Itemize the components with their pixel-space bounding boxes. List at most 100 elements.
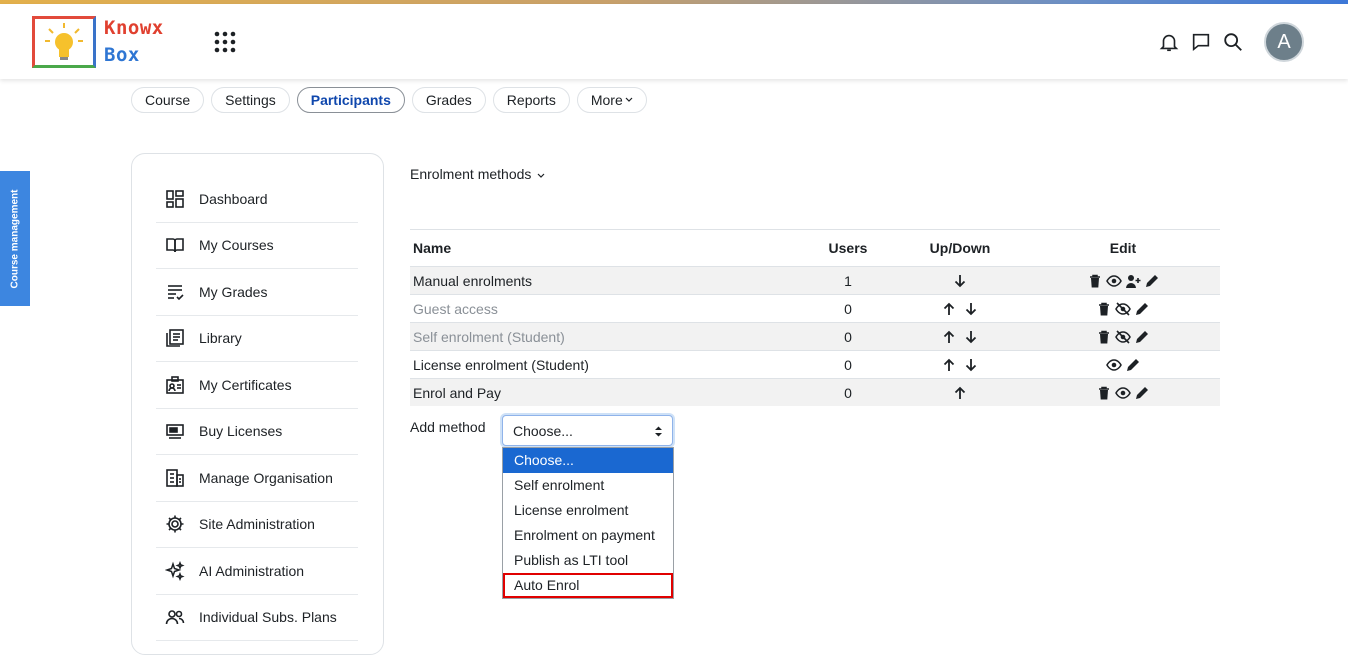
table-row: Self enrolment (Student) 0 <box>410 323 1220 351</box>
trash-icon[interactable] <box>1096 385 1112 401</box>
tab-reports[interactable]: Reports <box>492 87 570 113</box>
dropdown-option-choose[interactable]: Choose... <box>503 448 673 473</box>
tab-course[interactable]: Course <box>131 87 205 113</box>
lightbulb-icon <box>45 23 83 60</box>
message-icon[interactable] <box>1190 31 1212 53</box>
tab-more[interactable]: More <box>576 87 647 113</box>
gear-icon <box>166 515 184 533</box>
certificate-icon <box>166 376 184 394</box>
edit-controls <box>1023 267 1223 294</box>
pencil-icon[interactable] <box>1125 357 1141 373</box>
column-header-name: Name <box>413 240 452 256</box>
column-header-edit: Edit <box>1109 240 1137 256</box>
arrow-up-icon[interactable] <box>941 357 957 373</box>
arrow-down-icon[interactable] <box>963 329 979 345</box>
eye-icon[interactable] <box>1105 357 1122 373</box>
eye-slash-icon[interactable] <box>1115 329 1131 345</box>
sidebar-item-my-grades[interactable]: My Grades <box>156 269 358 316</box>
edit-controls <box>1023 351 1223 378</box>
dropdown-option-self-enrolment[interactable]: Self enrolment <box>503 473 673 498</box>
enrolment-methods-title: Enrolment methods <box>410 166 532 182</box>
dropdown-option-license-enrolment[interactable]: License enrolment <box>503 498 673 523</box>
tab-grades[interactable]: Grades <box>411 87 486 113</box>
enrolment-name: Enrol and Pay <box>413 384 501 401</box>
sidebar-item-label: My Certificates <box>199 377 292 393</box>
select-arrows-icon <box>655 426 662 437</box>
trash-icon[interactable] <box>1096 301 1112 317</box>
brand-logo[interactable]: Knowx Box <box>32 14 182 72</box>
app-grid-icon[interactable] <box>214 31 236 53</box>
enrolment-name: Guest access <box>413 300 498 317</box>
logo-frame <box>32 16 96 68</box>
updown-controls <box>910 323 1010 350</box>
enrol-users-icon[interactable] <box>1125 273 1141 289</box>
dropdown-option-publish-lti[interactable]: Publish as LTI tool <box>503 548 673 573</box>
dropdown-option-enrolment-on-payment[interactable]: Enrolment on payment <box>503 523 673 548</box>
eye-slash-icon[interactable] <box>1115 301 1131 317</box>
enrolment-name: Self enrolment (Student) <box>413 328 565 345</box>
arrow-up-icon[interactable] <box>941 329 957 345</box>
sidebar-item-ai-administration[interactable]: AI Administration <box>156 548 358 595</box>
table-row: Guest access 0 <box>410 295 1220 323</box>
enrolment-users: 0 <box>844 384 852 401</box>
sidebar-item-individual-subs-plans[interactable]: Individual Subs. Plans <box>156 594 358 641</box>
sidebar-item-label: Buy Licenses <box>199 423 283 439</box>
trash-icon[interactable] <box>1096 329 1112 345</box>
sidebar-item-dashboard[interactable]: Dashboard <box>156 176 358 223</box>
updown-controls <box>910 379 1010 406</box>
pencil-icon[interactable] <box>1134 329 1150 345</box>
table-row: Manual enrolments 1 <box>410 267 1220 295</box>
enrolment-users: 1 <box>844 272 852 289</box>
grades-list-icon <box>168 285 184 301</box>
enrolment-methods-menu[interactable]: Enrolment methods <box>410 166 545 182</box>
building-icon <box>166 469 184 487</box>
add-method-select[interactable]: Choose... <box>502 415 673 446</box>
table-row: License enrolment (Student) 0 <box>410 351 1220 379</box>
sidebar-item-buy-licenses[interactable]: Buy Licenses <box>156 408 358 455</box>
course-management-drawer-toggle[interactable]: Course management <box>0 171 30 306</box>
arrow-down-icon[interactable] <box>952 273 968 289</box>
sidebar: Dashboard My Courses My Grades Library M… <box>131 153 384 655</box>
sidebar-item-library[interactable]: Library <box>156 315 358 362</box>
search-icon[interactable] <box>1222 31 1244 53</box>
sidebar-item-my-certificates[interactable]: My Certificates <box>156 362 358 409</box>
dropdown-option-auto-enrol[interactable]: Auto Enrol <box>503 573 673 598</box>
sidebar-item-manage-organisation[interactable]: Manage Organisation <box>156 455 358 502</box>
chevron-down-icon <box>625 97 633 102</box>
table-header-row: Name Users Up/Down Edit <box>410 230 1220 267</box>
enrolment-users: 0 <box>844 300 852 317</box>
arrow-down-icon[interactable] <box>963 357 979 373</box>
sidebar-item-site-administration[interactable]: Site Administration <box>156 501 358 548</box>
pencil-icon[interactable] <box>1134 385 1150 401</box>
pencil-icon[interactable] <box>1134 301 1150 317</box>
add-method-selected-value: Choose... <box>513 422 573 439</box>
sidebar-item-my-courses[interactable]: My Courses <box>156 222 358 269</box>
sidebar-item-label: My Courses <box>199 237 274 253</box>
trash-icon[interactable] <box>1087 273 1103 289</box>
pencil-icon[interactable] <box>1144 273 1160 289</box>
navbar: Knowx Box A <box>0 4 1348 79</box>
avatar[interactable]: A <box>1264 22 1304 62</box>
arrow-up-icon[interactable] <box>941 301 957 317</box>
add-method-dropdown: Choose... Self enrolment License enrolme… <box>502 447 674 599</box>
library-icon <box>166 329 184 347</box>
enrolment-name: Manual enrolments <box>413 272 533 289</box>
arrow-down-icon[interactable] <box>963 301 979 317</box>
course-tabs: Course Settings Participants Grades Repo… <box>131 87 647 113</box>
tab-participants[interactable]: Participants <box>296 87 405 113</box>
enrolment-methods-table: Name Users Up/Down Edit Manual enrolment… <box>410 229 1220 406</box>
updown-controls <box>910 295 1010 322</box>
enrolment-name: License enrolment (Student) <box>413 356 589 373</box>
eye-icon[interactable] <box>1115 385 1131 401</box>
tab-settings[interactable]: Settings <box>211 87 290 113</box>
brand-line1: Knowx <box>104 17 164 39</box>
sidebar-item-label: Library <box>199 330 242 346</box>
sidebar-item-label: Site Administration <box>199 516 315 532</box>
navbar-actions: A <box>1158 22 1304 62</box>
bell-icon[interactable] <box>1158 31 1180 53</box>
sidebar-item-label: AI Administration <box>199 563 305 579</box>
edit-controls <box>1023 323 1223 350</box>
sparkles-icon <box>165 561 185 581</box>
eye-icon[interactable] <box>1105 273 1122 289</box>
arrow-up-icon[interactable] <box>952 385 968 401</box>
